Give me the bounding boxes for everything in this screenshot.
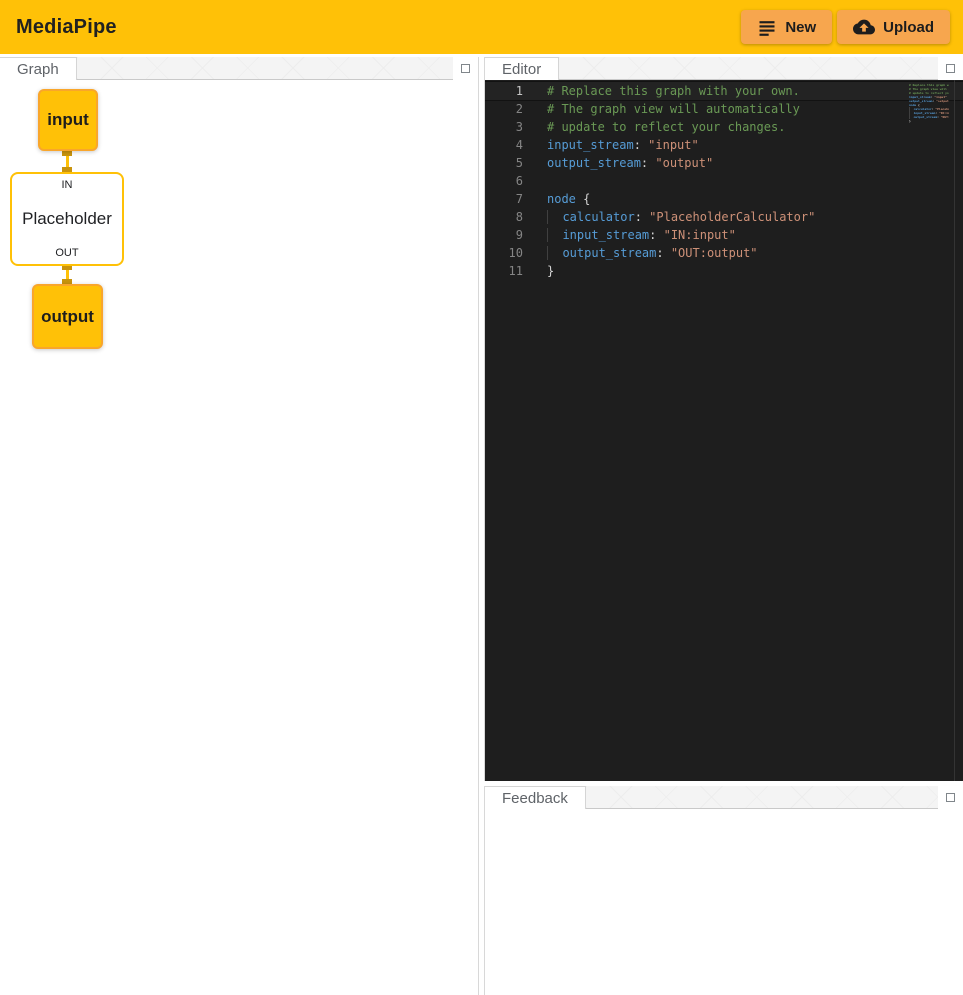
- line-number: 8: [485, 208, 523, 226]
- upload-button[interactable]: Upload: [837, 10, 950, 44]
- line-number: 4: [485, 136, 523, 154]
- node-input[interactable]: input: [38, 89, 98, 151]
- code-line: 5output_stream: "output": [485, 154, 963, 172]
- tab-editor[interactable]: Editor: [485, 57, 559, 80]
- editor-scrollbar[interactable]: [954, 80, 963, 781]
- code-line: 8 calculator: "PlaceholderCalculator": [485, 208, 963, 226]
- feedback-panel-strip: Feedback: [485, 786, 963, 809]
- graph-strip-cap: [453, 57, 478, 80]
- line-number: 9: [485, 226, 523, 244]
- line-number: 6: [485, 172, 523, 190]
- minimap[interactable]: # Replace this graph with your own.# The…: [909, 83, 949, 203]
- node-input-label: input: [47, 110, 89, 130]
- graph-canvas[interactable]: input IN Placeholder OUT output: [0, 80, 478, 995]
- menu-lines-icon: [757, 17, 777, 37]
- cloud-upload-icon: [853, 16, 875, 38]
- right-column: Editor 1# Replace this graph with your o…: [484, 57, 963, 995]
- graph-strip-pattern: [77, 57, 453, 80]
- tab-graph-label: Graph: [17, 61, 59, 78]
- code-line: 1# Replace this graph with your own.: [485, 82, 963, 100]
- editor-strip-cap: [938, 57, 963, 80]
- line-number: 2: [485, 100, 523, 118]
- placeholder-out-label: OUT: [55, 247, 78, 259]
- line-number: 1: [485, 82, 523, 100]
- line-number: 7: [485, 190, 523, 208]
- code-line: 9 input_stream: "IN:input": [485, 226, 963, 244]
- placeholder-in-label: IN: [62, 179, 73, 191]
- line-number: 10: [485, 244, 523, 262]
- line-number: 3: [485, 118, 523, 136]
- tab-graph[interactable]: Graph: [0, 57, 77, 80]
- code-line: 4input_stream: "input": [485, 136, 963, 154]
- feedback-strip-pattern: [586, 786, 938, 809]
- feedback-strip-cap: [938, 786, 963, 809]
- editor-strip-pattern: [559, 57, 938, 80]
- maximize-icon[interactable]: [461, 64, 470, 73]
- feedback-content: [485, 809, 963, 995]
- maximize-icon[interactable]: [946, 64, 955, 73]
- minimap-line: output_stream: "OUT:output": [909, 115, 949, 119]
- code-line: 7node {: [485, 190, 963, 208]
- upload-button-label: Upload: [883, 19, 934, 36]
- tab-editor-label: Editor: [502, 61, 541, 78]
- graph-panel: Graph input IN Placeholder OUT output: [0, 57, 479, 995]
- code-line: 3# update to reflect your changes.: [485, 118, 963, 136]
- node-output-label: output: [41, 307, 94, 327]
- app-title: MediaPipe: [16, 16, 117, 39]
- minimap-line: }: [909, 119, 949, 123]
- graph-panel-strip: Graph: [0, 57, 478, 80]
- code-lines: 1# Replace this graph with your own.2# T…: [485, 82, 963, 280]
- line-number: 11: [485, 262, 523, 280]
- code-line: 11}: [485, 262, 963, 280]
- node-output[interactable]: output: [32, 284, 103, 349]
- feedback-panel: Feedback: [484, 786, 963, 995]
- new-button[interactable]: New: [741, 10, 832, 44]
- tab-feedback-label: Feedback: [502, 790, 568, 807]
- maximize-icon[interactable]: [946, 793, 955, 802]
- placeholder-title: Placeholder: [22, 209, 112, 229]
- code-editor[interactable]: 1# Replace this graph with your own.2# T…: [485, 80, 963, 781]
- node-placeholder[interactable]: IN Placeholder OUT: [10, 172, 124, 266]
- editor-panel: Editor 1# Replace this graph with your o…: [484, 57, 963, 781]
- new-button-label: New: [785, 19, 816, 36]
- line-number: 5: [485, 154, 523, 172]
- code-line: 6: [485, 172, 963, 190]
- editor-panel-strip: Editor: [485, 57, 963, 80]
- code-line: 2# The graph view will automatically: [485, 100, 963, 118]
- tab-feedback[interactable]: Feedback: [485, 786, 586, 809]
- code-line: 10 output_stream: "OUT:output": [485, 244, 963, 262]
- app-header: MediaPipe New Upload: [0, 0, 963, 54]
